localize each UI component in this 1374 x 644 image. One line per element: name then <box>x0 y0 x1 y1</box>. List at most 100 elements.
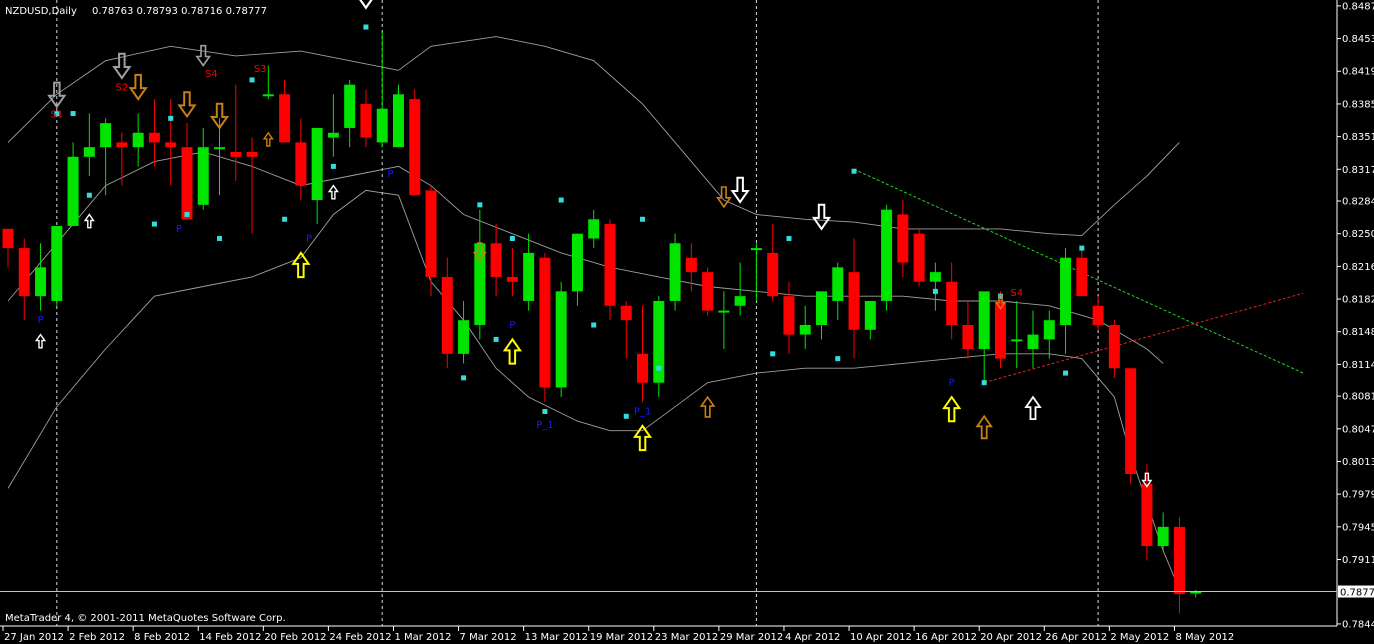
candle <box>539 252 551 402</box>
candle-body <box>148 132 160 143</box>
candle-body <box>392 94 404 148</box>
price-tick-label: 0.81820 <box>1342 295 1374 306</box>
signal-label: P <box>949 378 955 389</box>
price-tick-label: 0.82840 <box>1342 197 1374 208</box>
signal-marker <box>461 375 467 381</box>
candle-body <box>1108 324 1120 369</box>
chart-ohlc: 0.78763 0.78793 0.78716 0.78777 <box>92 6 267 17</box>
chart-window[interactable]: S1 S2 S4 S3 S4 P P P P P P_1 P_1 P 0.84870 0.84530 0.8… <box>0 0 1374 644</box>
candle-body <box>848 272 860 330</box>
candle-body <box>897 214 909 263</box>
signal-marker <box>217 235 223 241</box>
candle-body <box>35 267 47 297</box>
time-tick-label: 2 Feb 2012 <box>69 632 125 643</box>
signal-marker <box>363 24 369 30</box>
signal-marker <box>770 351 776 357</box>
candle-body <box>718 310 730 313</box>
candle-body <box>1173 526 1185 595</box>
time-tick-label: 16 Apr 2012 <box>915 632 977 643</box>
price-tick-label: 0.84870 <box>1342 1 1374 12</box>
price-tick-label: 0.81480 <box>1342 327 1374 338</box>
signal-marker <box>981 380 987 386</box>
candle-body <box>1043 320 1055 340</box>
price-chart[interactable]: S1 S2 S4 S3 S4 P P P P P P_1 P_1 P 0.84870 0.84530 0.8… <box>0 0 1374 644</box>
time-tick-label: 4 Apr 2012 <box>785 632 840 643</box>
time-tick-label: 23 Mar 2012 <box>655 632 718 643</box>
candle-body <box>799 324 811 335</box>
price-tick-label: 0.84190 <box>1342 67 1374 78</box>
signal-marker <box>282 216 288 222</box>
signal-marker <box>1063 370 1069 376</box>
candle-body <box>946 281 958 325</box>
signal-label: P <box>306 233 312 244</box>
candle-body <box>750 248 762 251</box>
candle-body <box>344 84 356 128</box>
time-tick-label: 20 Apr 2012 <box>980 632 1042 643</box>
candle-body <box>1027 334 1039 350</box>
signal-marker <box>330 163 336 169</box>
chart-background <box>0 0 1374 644</box>
candle-body <box>588 219 600 239</box>
candle-body <box>783 296 795 335</box>
candle-body <box>1011 339 1023 342</box>
candle <box>409 89 421 196</box>
candle-body <box>18 248 30 297</box>
candle-body <box>295 142 307 186</box>
signal-marker <box>932 288 938 294</box>
candle-body <box>165 142 177 148</box>
candle-body <box>181 147 193 220</box>
candle-body <box>962 324 974 350</box>
candle-body <box>1141 483 1153 547</box>
candle <box>653 296 665 398</box>
time-tick-label: 24 Feb 2012 <box>329 632 391 643</box>
signal-label: P <box>176 224 182 235</box>
candle <box>51 225 63 306</box>
candle-body <box>1125 368 1137 474</box>
time-tick-label: 26 Apr 2012 <box>1045 632 1107 643</box>
signal-marker <box>151 221 157 227</box>
candle-body <box>506 276 518 282</box>
candle-body <box>2 228 14 249</box>
signal-label: S4 <box>1010 288 1023 299</box>
price-tick-label: 0.80810 <box>1342 392 1374 403</box>
signal-label: P <box>38 315 44 326</box>
copyright-text: MetaTrader 4, © 2001-2011 MetaQuotes Sof… <box>5 613 286 624</box>
time-tick-label: 20 Feb 2012 <box>264 632 326 643</box>
candle-body <box>116 142 128 148</box>
signal-label: P <box>387 169 393 180</box>
signal-marker <box>184 211 190 217</box>
candle-body <box>262 94 274 97</box>
candle-body <box>83 147 95 157</box>
price-tick-label: 0.80130 <box>1342 457 1374 468</box>
candle-body <box>100 123 112 148</box>
signal-marker <box>786 235 792 241</box>
candle-body <box>311 127 323 201</box>
candle-body <box>929 272 941 282</box>
candle-body <box>1076 257 1088 297</box>
price-tick-label: 0.84530 <box>1342 34 1374 45</box>
time-tick-label: 10 Apr 2012 <box>850 632 912 643</box>
candle-body <box>490 243 502 277</box>
signal-marker <box>640 216 646 222</box>
signal-marker <box>168 115 174 121</box>
time-tick-label: 19 Mar 2012 <box>590 632 653 643</box>
signal-marker <box>835 356 841 362</box>
candle-body <box>246 151 258 157</box>
chart-symbol: NZDUSD,Daily <box>5 6 77 17</box>
candle <box>669 233 681 311</box>
signal-marker <box>477 202 483 208</box>
current-price-label: 0.78777 <box>1340 588 1374 599</box>
signal-marker <box>623 413 629 419</box>
candle <box>555 281 567 398</box>
candle-body <box>604 224 616 306</box>
price-tick-label: 0.83850 <box>1342 99 1374 110</box>
candle-body <box>441 276 453 354</box>
candle-body <box>637 353 649 383</box>
time-tick-label: 29 Mar 2012 <box>720 632 783 643</box>
time-tick-label: 13 Mar 2012 <box>525 632 588 643</box>
time-tick-label: 14 Feb 2012 <box>199 632 261 643</box>
signal-marker <box>249 77 255 83</box>
price-tick-label: 0.82160 <box>1342 262 1374 273</box>
candle-body <box>376 108 388 143</box>
signal-marker <box>493 336 499 342</box>
